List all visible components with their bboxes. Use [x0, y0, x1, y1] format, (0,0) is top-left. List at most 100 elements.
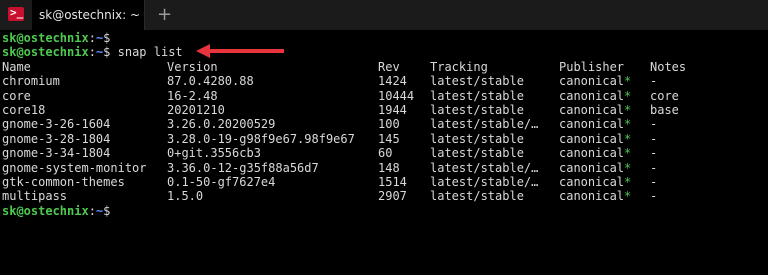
- verified-mark: *: [624, 74, 632, 89]
- cell-publisher: canonical*: [559, 175, 631, 189]
- header-tracking: Tracking: [430, 59, 488, 74]
- cell-notes: -: [650, 189, 658, 204]
- prompt-end: $: [103, 31, 118, 45]
- cell-version: 0.1-50-gf7627e4: [167, 174, 276, 189]
- cell-tracking: latest/stable: [430, 88, 524, 103]
- cell-name: gnome-3-34-1804: [2, 146, 111, 161]
- cell-name: gnome-system-monitor: [2, 160, 147, 175]
- prompt-user: sk@ostechnix: [2, 203, 89, 218]
- cell-rev: 100: [378, 117, 400, 132]
- cell-version: 20201210: [167, 102, 225, 117]
- table-row: chromium 87.0.4280.88 1424 latest/stable can…: [2, 74, 766, 88]
- prompt-sep: :: [88, 45, 96, 60]
- prompt-line: sk@ostechnix:~$: [2, 31, 766, 45]
- publisher-name: canonical: [559, 189, 625, 204]
- cell-name: core18: [2, 102, 46, 117]
- cell-name: multipass: [2, 189, 68, 204]
- verified-mark: *: [624, 160, 632, 175]
- cell-notes: -: [650, 131, 658, 146]
- cell-publisher: canonical*: [559, 103, 631, 117]
- cell-tracking: latest/stable/…: [430, 174, 539, 189]
- cell-version: 87.0.4280.88: [167, 74, 254, 89]
- cell-publisher: canonical*: [559, 132, 631, 146]
- table-header: Name Version Rev Tracking Publisher Note…: [2, 60, 766, 74]
- cell-publisher: canonical*: [559, 89, 631, 103]
- prompt-user: sk@ostechnix: [2, 31, 89, 45]
- header-rev: Rev: [378, 59, 400, 74]
- new-tab-icon[interactable]: +: [157, 4, 172, 25]
- cell-notes: core: [650, 88, 679, 103]
- prompt-user: sk@ostechnix: [2, 45, 89, 60]
- prompt-end: $: [103, 203, 118, 218]
- cell-tracking: latest/stable: [430, 102, 524, 117]
- publisher-name: canonical: [559, 174, 625, 189]
- cell-notes: -: [650, 117, 658, 132]
- header-version: Version: [167, 59, 218, 74]
- cell-rev: 1424: [378, 74, 407, 89]
- prompt-sep: :: [88, 203, 96, 218]
- annotation-arrow-icon: [196, 44, 284, 58]
- cell-publisher: canonical*: [559, 117, 631, 131]
- verified-mark: *: [624, 117, 632, 132]
- header-publisher: Publisher: [559, 59, 625, 74]
- cell-name: gnome-3-26-1604: [2, 117, 111, 132]
- snap-table-body: chromium 87.0.4280.88 1424 latest/stable can…: [2, 74, 766, 204]
- table-row: core 16-2.48 10444 latest/stable canonical* c…: [2, 89, 766, 103]
- table-row: gnome-3-26-1604 3.26.0.20200529 100 latest/…: [2, 117, 766, 131]
- cell-notes: -: [650, 146, 658, 161]
- cell-rev: 145: [378, 131, 400, 146]
- cell-version: 1.5.0: [167, 189, 204, 204]
- cell-publisher: canonical*: [559, 161, 631, 175]
- publisher-name: canonical: [559, 102, 625, 117]
- publisher-name: canonical: [559, 117, 625, 132]
- verified-mark: *: [624, 146, 632, 161]
- cell-tracking: latest/stable/…: [430, 160, 539, 175]
- cell-rev: 2907: [378, 189, 407, 204]
- cell-tracking: latest/stable: [430, 146, 524, 161]
- cell-notes: -: [650, 74, 658, 89]
- cell-name: gnome-3-28-1804: [2, 131, 111, 146]
- cell-version: 3.36.0-12-g35f88a56d7: [167, 160, 319, 175]
- publisher-name: canonical: [559, 146, 625, 161]
- verified-mark: *: [624, 189, 632, 204]
- terminal-output[interactable]: sk@ostechnix:~$ sk@ostechnix:~$ snap lis…: [2, 31, 766, 218]
- tab-title: sk@ostechnix: ~: [39, 8, 141, 22]
- command-line: sk@ostechnix:~$ snap list: [2, 45, 766, 59]
- table-row: multipass 1.5.0 2907 latest/stable canonical…: [2, 189, 766, 203]
- cell-rev: 148: [378, 160, 400, 175]
- cell-notes: -: [650, 174, 658, 189]
- prompt-end: $: [103, 45, 118, 60]
- cell-version: 16-2.48: [167, 88, 218, 103]
- cell-rev: 60: [378, 146, 393, 161]
- table-row: gtk-common-themes 0.1-50-gf7627e4 1514 late…: [2, 175, 766, 189]
- tab-active[interactable]: sk@ostechnix: ~: [32, 0, 145, 30]
- cell-rev: 10444: [378, 88, 415, 103]
- header-name: Name: [2, 59, 31, 74]
- cell-version: 0+git.3556cb3: [167, 146, 261, 161]
- verified-mark: *: [624, 102, 632, 117]
- terminal-app-icon[interactable]: >_: [8, 6, 24, 21]
- terminal-glyph: >_: [10, 6, 24, 19]
- cell-publisher: canonical*: [559, 74, 631, 88]
- publisher-name: canonical: [559, 88, 625, 103]
- cell-tracking: latest/stable: [430, 74, 524, 89]
- verified-mark: *: [624, 88, 632, 103]
- publisher-name: canonical: [559, 131, 625, 146]
- table-row: gnome-3-34-1804 0+git.3556cb3 60 latest/sta…: [2, 146, 766, 160]
- publisher-name: canonical: [559, 160, 625, 175]
- prompt-sep: :: [88, 31, 96, 45]
- command-text: snap list: [117, 45, 183, 60]
- cell-publisher: canonical*: [559, 189, 631, 203]
- cell-tracking: latest/stable: [430, 189, 524, 204]
- cell-tracking: latest/stable: [430, 131, 524, 146]
- verified-mark: *: [624, 174, 632, 189]
- verified-mark: *: [624, 131, 632, 146]
- table-row: core18 20201210 1944 latest/stable canonical…: [2, 103, 766, 117]
- table-row: gnome-3-28-1804 3.28.0-19-g98f9e67.98f9e6…: [2, 132, 766, 146]
- final-prompt-line: sk@ostechnix:~$: [2, 204, 766, 218]
- cell-notes: base: [650, 102, 679, 117]
- cell-name: core: [2, 88, 31, 103]
- cell-notes: -: [650, 160, 658, 175]
- cell-version: 3.26.0.20200529: [167, 117, 276, 132]
- title-bar: >_ sk@ostechnix: ~ +: [0, 0, 768, 30]
